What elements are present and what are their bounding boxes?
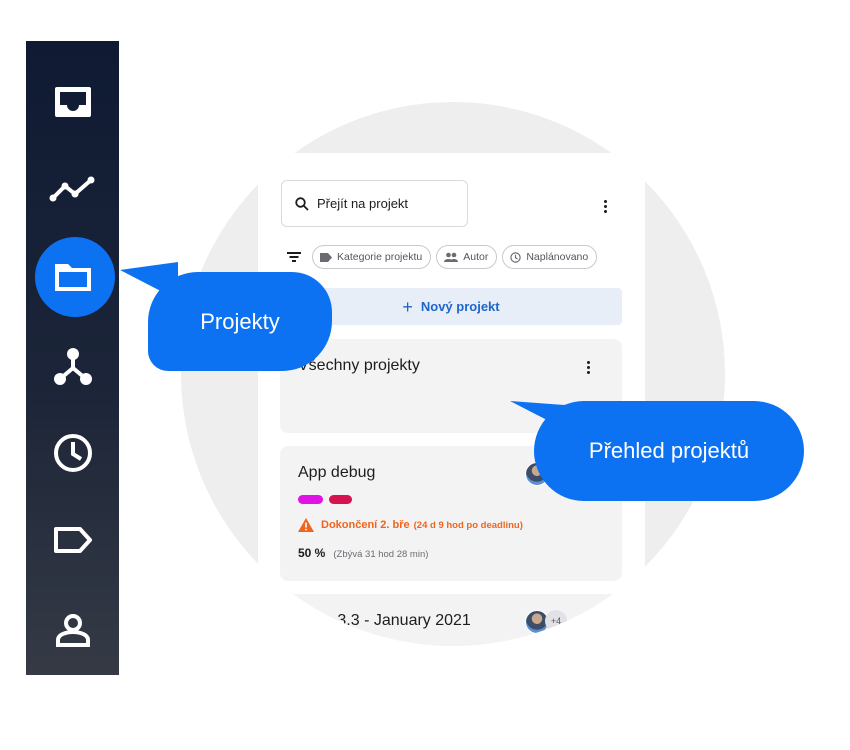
tag-icon: [53, 527, 92, 553]
project-card-time[interactable]: Time 3.3 - January 2021 +4: [280, 594, 622, 646]
card-title: Time 3.3 - January 2021: [298, 612, 471, 629]
sidebar-item-inbox[interactable]: [26, 65, 119, 139]
sidebar-item-activity[interactable]: [26, 152, 119, 226]
sidebar: [26, 41, 119, 675]
sidebar-item-hierarchy[interactable]: [26, 329, 119, 403]
inbox-icon: [54, 87, 91, 117]
plus-icon: +: [402, 296, 413, 317]
tooltip-projects-overview: Přehled projektů: [534, 401, 804, 501]
tag-icon: [320, 252, 332, 262]
card-options-icon[interactable]: [587, 359, 590, 376]
filter-icon[interactable]: [286, 251, 302, 263]
card-title: Všechny projekty: [298, 357, 420, 374]
avatar-more-count: +4: [545, 610, 567, 632]
user-icon: [55, 614, 90, 647]
sidebar-item-tags[interactable]: [26, 503, 119, 577]
hierarchy-icon: [53, 348, 92, 385]
activity-chart-icon: [49, 176, 94, 202]
warning-icon: [298, 518, 314, 532]
clock-icon: [510, 251, 522, 263]
tag-pill-red: [329, 495, 352, 504]
sidebar-item-user[interactable]: [26, 593, 119, 667]
sidebar-item-projects[interactable]: [26, 240, 119, 314]
deadline-warning: Dokončení 2. bře (24 d 9 hod po deadlinu…: [298, 518, 523, 532]
folder-icon: [54, 264, 91, 291]
people-icon: [444, 252, 459, 262]
search-placeholder: Přejít na projekt: [317, 196, 409, 211]
filter-bar: Kategorie projektu Autor Naplánovano: [286, 245, 602, 269]
tooltip-projects: Projekty: [148, 272, 332, 371]
search-icon: [295, 196, 309, 211]
progress-info: 50 % (Zbývá 31 hod 28 min): [298, 546, 429, 560]
clock-icon: [53, 434, 92, 472]
search-input[interactable]: Přejít na projekt: [281, 180, 468, 227]
filter-chip-scheduled[interactable]: Naplánovano: [502, 245, 598, 269]
sidebar-item-time[interactable]: [26, 416, 119, 490]
tag-pill-magenta: [298, 495, 323, 504]
more-options-icon[interactable]: [604, 198, 607, 215]
card-title: App debug: [298, 464, 376, 481]
filter-chip-category[interactable]: Kategorie projektu: [312, 245, 432, 269]
filter-chip-author[interactable]: Autor: [436, 245, 498, 269]
